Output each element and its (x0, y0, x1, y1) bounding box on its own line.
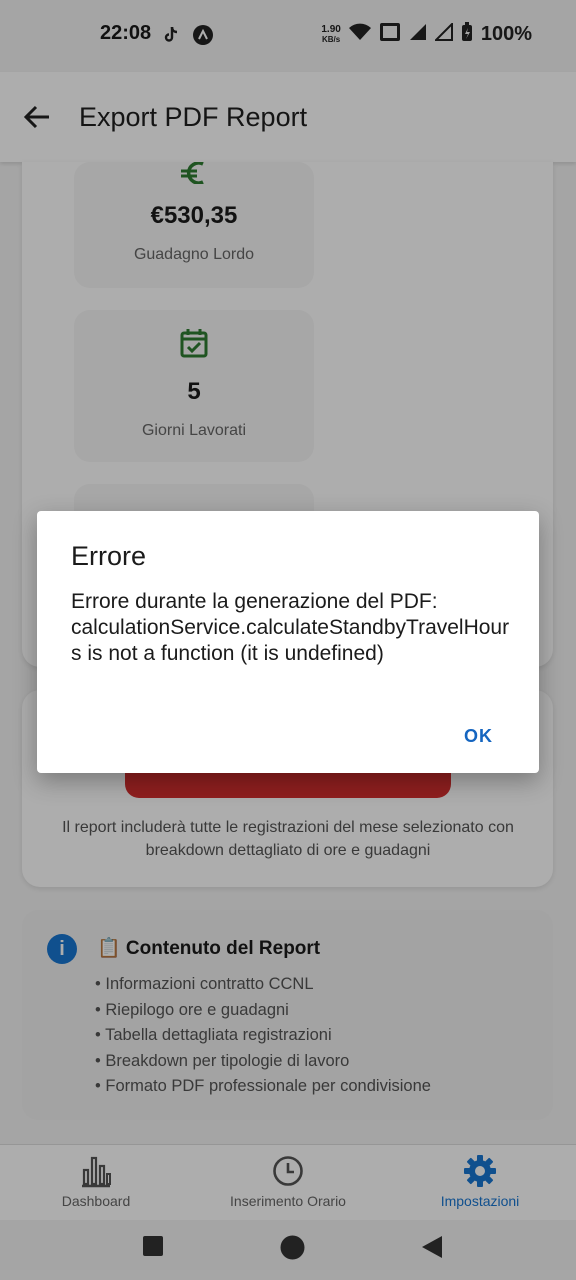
error-dialog: Errore Errore durante la generazione del… (37, 511, 539, 773)
dialog-title: Errore (71, 541, 147, 571)
dialog-ok-button[interactable]: OK (464, 726, 493, 747)
dialog-message: Errore durante la generazione del PDF: c… (71, 590, 510, 665)
